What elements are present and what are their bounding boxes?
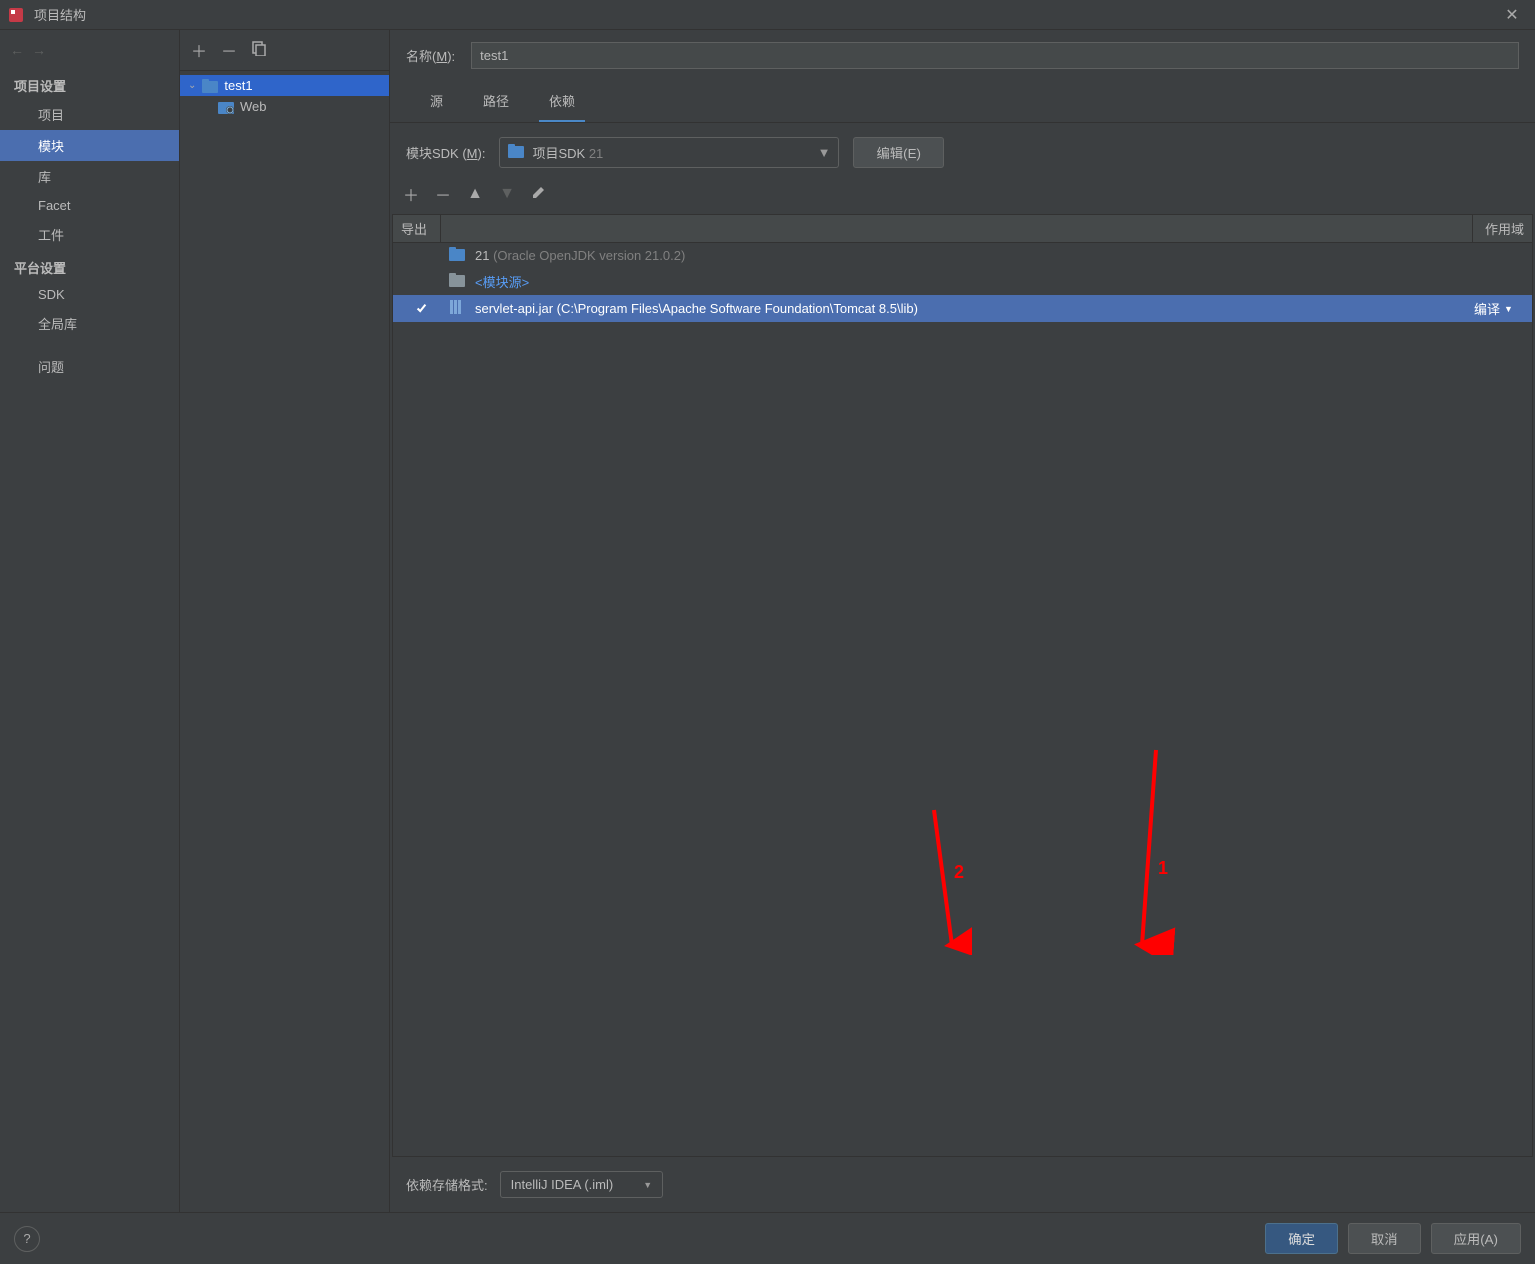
dep-scope[interactable]: 编译 ▼ <box>1474 299 1524 318</box>
tree-item-web[interactable]: Web <box>180 96 389 117</box>
sidebar-item-artifacts[interactable]: 工件 <box>0 219 179 250</box>
move-down-icon: ▼ <box>498 185 516 203</box>
dep-row[interactable]: <模块源> <box>393 268 1532 295</box>
lib-icon <box>449 299 467 318</box>
copy-module-icon[interactable] <box>250 40 268 61</box>
folder-icon <box>508 144 524 161</box>
folder-icon <box>449 273 467 290</box>
storage-label: 依赖存储格式: <box>406 1175 488 1194</box>
add-module-icon[interactable]: ＋ <box>190 38 208 62</box>
section-project-settings: 项目设置 <box>0 68 179 99</box>
sdk-label: 模块SDK (M): <box>406 143 485 162</box>
section-platform-settings: 平台设置 <box>0 250 179 281</box>
dep-name: <模块源> <box>475 272 1466 291</box>
edit-sdk-button[interactable]: 编辑(E) <box>853 137 943 168</box>
module-icon <box>202 79 218 93</box>
tree-label: Web <box>240 99 267 114</box>
storage-value: IntelliJ IDEA (.iml) <box>511 1177 614 1192</box>
edit-dep-icon[interactable] <box>530 184 548 205</box>
remove-module-icon[interactable]: － <box>220 38 238 62</box>
dep-col-name[interactable] <box>441 215 1472 242</box>
dep-col-export[interactable]: 导出 <box>393 215 441 242</box>
module-sdk-select[interactable]: 项目SDK 21 ▼ <box>499 137 839 168</box>
tree-label: test1 <box>224 78 252 93</box>
window-title: 项目结构 <box>34 5 1497 24</box>
storage-format-select[interactable]: IntelliJ IDEA (.iml) ▼ <box>500 1171 664 1198</box>
dep-name: servlet-api.jar (C:\Program Files\Apache… <box>475 301 1466 316</box>
ok-button[interactable]: 确定 <box>1265 1223 1338 1254</box>
sidebar-item-project[interactable]: 项目 <box>0 99 179 130</box>
back-icon: ← <box>10 42 24 58</box>
dep-row[interactable]: servlet-api.jar (C:\Program Files\Apache… <box>393 295 1532 322</box>
dep-col-scope[interactable]: 作用域 <box>1472 215 1532 242</box>
help-button[interactable]: ? <box>14 1226 40 1252</box>
move-up-icon[interactable]: ▲ <box>466 185 484 203</box>
chevron-down-icon: ⌄ <box>188 80 196 91</box>
annotation-label-2: 2 <box>954 862 964 883</box>
export-checkbox[interactable] <box>415 302 428 315</box>
app-icon <box>8 7 24 23</box>
tab-paths[interactable]: 路径 <box>473 85 519 122</box>
add-dep-icon[interactable]: ＋ <box>402 182 420 206</box>
tab-sources[interactable]: 源 <box>420 85 453 122</box>
sdk-value: 项目SDK 21 <box>532 143 603 162</box>
remove-dep-icon[interactable]: － <box>434 182 452 206</box>
sidebar-item-global-libraries[interactable]: 全局库 <box>0 308 179 339</box>
dep-row[interactable]: 21 (Oracle OpenJDK version 21.0.2) <box>393 243 1532 268</box>
tab-dependencies[interactable]: 依赖 <box>539 85 585 122</box>
sidebar-item-modules[interactable]: 模块 <box>0 130 179 161</box>
tree-item-test1[interactable]: ⌄ test1 <box>180 75 389 96</box>
sidebar-item-facet[interactable]: Facet <box>0 192 179 219</box>
sidebar-item-problems[interactable]: 问题 <box>0 351 179 382</box>
close-icon[interactable]: ✕ <box>1497 5 1527 25</box>
folder-icon <box>449 247 467 264</box>
sidebar-item-libraries[interactable]: 库 <box>0 161 179 192</box>
chevron-down-icon: ▼ <box>643 1180 652 1190</box>
module-name-input[interactable] <box>471 42 1519 69</box>
web-icon <box>218 100 234 114</box>
annotation-label-1: 1 <box>1158 858 1168 879</box>
dep-name: 21 (Oracle OpenJDK version 21.0.2) <box>475 248 1466 263</box>
chevron-down-icon: ▼ <box>818 145 831 160</box>
cancel-button[interactable]: 取消 <box>1348 1223 1421 1254</box>
sidebar-item-sdk[interactable]: SDK <box>0 281 179 308</box>
apply-button[interactable]: 应用(A) <box>1431 1223 1521 1254</box>
name-label: 名称(M): <box>406 46 455 65</box>
forward-icon: → <box>32 42 46 58</box>
